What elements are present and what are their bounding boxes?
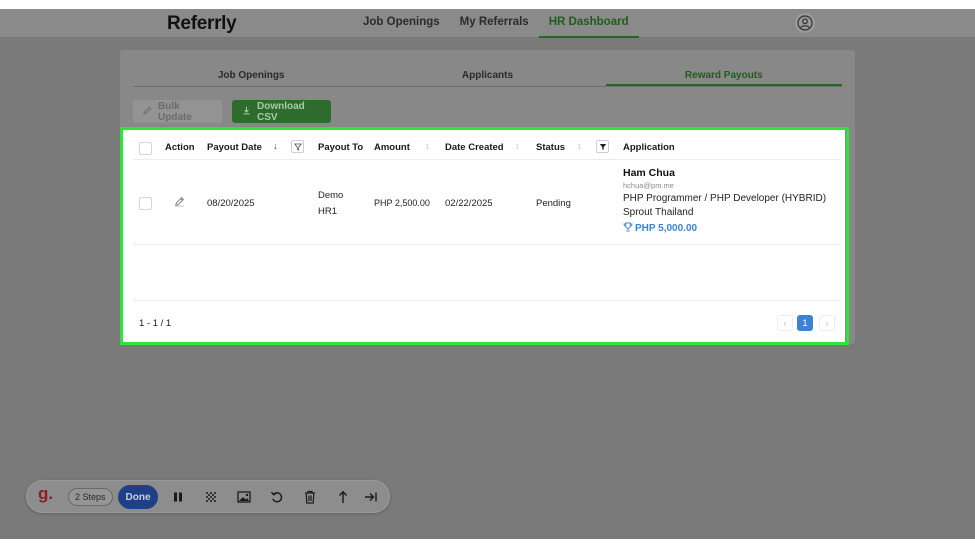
steps-count-badge[interactable]: 2 Steps (68, 488, 113, 506)
tab-reward-payouts[interactable]: Reward Payouts (605, 66, 842, 86)
tab-job-openings[interactable]: Job Openings (133, 66, 369, 86)
download-icon (242, 106, 251, 118)
top-navbar: Referrly Job Openings My Referrals HR Da… (0, 9, 975, 38)
arrow-up-icon[interactable] (335, 489, 351, 505)
download-csv-label: Download CSV (257, 100, 305, 123)
blur-icon[interactable] (203, 489, 219, 505)
pause-icon[interactable] (170, 489, 186, 505)
trash-icon[interactable] (302, 489, 318, 505)
recorder-logo: g. (38, 484, 54, 503)
bulk-update-button[interactable]: Bulk Update (133, 100, 222, 123)
bulk-update-label: Bulk Update (158, 100, 192, 123)
skip-to-end-icon[interactable] (363, 489, 379, 505)
done-button[interactable]: Done (118, 485, 158, 509)
main-nav: Job Openings My Referrals HR Dashboard (353, 9, 639, 38)
recorder-toolbar: g. 2 Steps Done (26, 480, 390, 513)
table-highlight-frame (120, 127, 849, 345)
app-window: Referrly Job Openings My Referrals HR Da… (0, 9, 975, 539)
undo-icon[interactable] (269, 489, 285, 505)
nav-hr-dashboard[interactable]: HR Dashboard (538, 9, 639, 38)
nav-job-openings[interactable]: Job Openings (353, 9, 450, 38)
nav-my-referrals[interactable]: My Referrals (450, 9, 539, 38)
edit-icon (143, 106, 152, 118)
download-csv-button[interactable]: Download CSV (232, 100, 331, 123)
dashboard-tabs: Job Openings Applicants Reward Payouts (133, 66, 842, 87)
app-logo[interactable]: Referrly (167, 13, 237, 35)
image-icon[interactable] (236, 489, 252, 505)
user-avatar-icon[interactable] (795, 13, 815, 33)
tab-applicants[interactable]: Applicants (369, 66, 605, 86)
